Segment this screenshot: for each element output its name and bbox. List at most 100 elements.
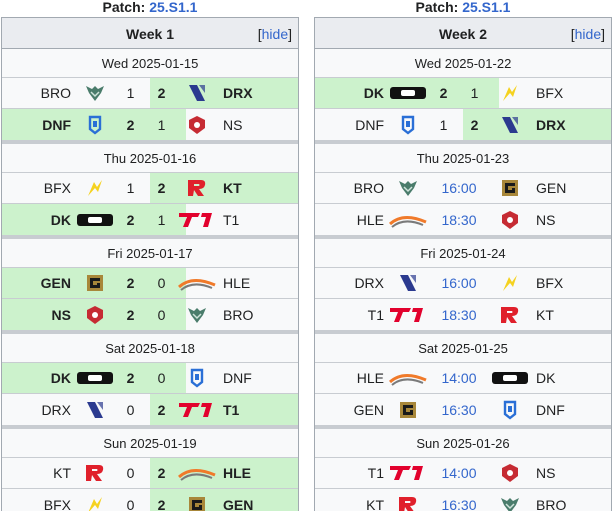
score-right: 1 [157,116,166,133]
match-time: 16:30 [441,496,477,511]
gen-team-logo-icon[interactable] [177,489,217,511]
team-left-name[interactable]: HLE [315,370,388,386]
dk-team-logo-icon[interactable] [75,363,115,394]
dnf-team-logo-icon[interactable] [177,363,217,394]
match-time: 16:30 [441,401,477,418]
ns-team-logo-icon[interactable] [490,458,530,489]
week-title: Week 1 [126,26,174,42]
ns-team-logo-icon[interactable] [75,299,115,330]
team-right-name[interactable]: DRX [217,85,298,101]
team-right-name[interactable]: HLE [217,465,298,481]
dnf-team-logo-icon[interactable] [75,109,115,140]
bro-team-logo-icon[interactable] [388,173,428,204]
hle-team-logo-icon[interactable] [388,363,428,394]
kt-team-logo-icon[interactable] [388,489,428,511]
team-right-name[interactable]: DNF [217,370,298,386]
team-right-name[interactable]: BFX [530,275,611,291]
team-left-name[interactable]: DK [2,370,75,386]
bfx-team-logo-icon[interactable] [490,268,530,299]
team-left-name[interactable]: T1 [315,307,388,323]
match-date: Wed 2025-01-22 [315,49,611,78]
dk-team-logo-icon[interactable] [388,78,428,109]
bfx-team-logo-icon[interactable] [75,173,115,204]
dnf-team-logo-icon[interactable] [490,394,530,425]
patch-link[interactable]: 25.S1.1 [462,0,510,15]
team-right-name[interactable]: BRO [217,307,298,323]
week-title: Week 2 [439,26,487,42]
drx-team-logo-icon[interactable] [490,109,530,140]
team-left-name[interactable]: GEN [2,275,75,291]
gen-team-logo-icon[interactable] [490,173,530,204]
match-row: DK 2 0 DNF [2,363,298,394]
t1-team-logo-icon[interactable] [177,394,217,425]
bro-team-logo-icon[interactable] [177,299,217,330]
ns-team-logo-icon[interactable] [490,204,530,235]
match-date: Sat 2025-01-18 [2,334,298,363]
team-left-name[interactable]: KT [2,465,75,481]
dnf-team-logo-icon[interactable] [388,109,428,140]
gen-team-logo-icon[interactable] [75,268,115,299]
t1-team-logo-icon[interactable] [388,458,428,489]
hle-team-logo-icon[interactable] [388,204,428,235]
ns-team-logo-icon[interactable] [177,109,217,140]
kt-team-logo-icon[interactable] [490,299,530,330]
team-left-name[interactable]: DNF [315,117,388,133]
hide-link[interactable]: hide [575,26,601,42]
kt-team-logo-icon[interactable] [177,173,217,204]
bro-team-logo-icon[interactable] [490,489,530,511]
team-left-name[interactable]: DK [2,212,75,228]
match-date: Thu 2025-01-23 [315,144,611,173]
match-row: DRX 0 2 T1 [2,394,298,425]
team-left-name[interactable]: DRX [2,402,75,418]
team-left-name[interactable]: DRX [315,275,388,291]
kt-team-logo-icon[interactable] [75,458,115,489]
bfx-team-logo-icon[interactable] [75,489,115,511]
team-right-name[interactable]: GEN [217,497,298,511]
team-right-name[interactable]: GEN [530,180,611,196]
team-left-name[interactable]: BRO [315,180,388,196]
team-right-name[interactable]: DK [530,370,611,386]
team-right-name[interactable]: HLE [217,275,298,291]
team-left-name[interactable]: NS [2,307,75,323]
patch-link[interactable]: 25.S1.1 [149,0,197,15]
team-right-name[interactable]: KT [530,307,611,323]
match-row: DK 2 1 BFX [315,78,611,109]
hle-team-logo-icon[interactable] [177,458,217,489]
team-right-name[interactable]: NS [530,465,611,481]
drx-team-logo-icon[interactable] [75,394,115,425]
bro-team-logo-icon[interactable] [75,78,115,109]
team-left-name[interactable]: HLE [315,212,388,228]
team-right-name[interactable]: NS [530,212,611,228]
team-left-name[interactable]: BFX [2,180,75,196]
match-day: Thu 2025-01-16 BFX 1 2 KT DK 2 1 T1 [2,144,298,239]
team-right-name[interactable]: NS [217,117,298,133]
score-right: 2 [157,180,166,196]
gen-team-logo-icon[interactable] [388,394,428,425]
team-right-name[interactable]: KT [217,180,298,196]
team-left-name[interactable]: DNF [2,117,75,133]
score-left: 2 [126,306,135,323]
team-left-name[interactable]: BFX [2,497,75,511]
team-left-name[interactable]: GEN [315,402,388,418]
drx-team-logo-icon[interactable] [388,268,428,299]
score-left: 1 [126,180,135,196]
hle-team-logo-icon[interactable] [177,268,217,299]
team-right-name[interactable]: DRX [530,117,611,133]
team-left-name[interactable]: BRO [2,85,75,101]
dk-team-logo-icon[interactable] [75,204,115,235]
match-day: Sat 2025-01-18 DK 2 0 DNF DRX 0 2 T1 [2,334,298,429]
t1-team-logo-icon[interactable] [388,299,428,330]
dk-team-logo-icon[interactable] [490,363,530,394]
team-left-name[interactable]: KT [315,497,388,511]
team-right-name[interactable]: DNF [530,402,611,418]
drx-team-logo-icon[interactable] [177,78,217,109]
team-right-name[interactable]: T1 [217,402,298,418]
bfx-team-logo-icon[interactable] [490,78,530,109]
hide-link[interactable]: hide [262,26,288,42]
team-left-name[interactable]: DK [315,85,388,101]
team-right-name[interactable]: T1 [217,212,298,228]
team-left-name[interactable]: T1 [315,465,388,481]
team-right-name[interactable]: BFX [530,85,611,101]
t1-team-logo-icon[interactable] [177,204,217,235]
team-right-name[interactable]: BRO [530,497,611,511]
